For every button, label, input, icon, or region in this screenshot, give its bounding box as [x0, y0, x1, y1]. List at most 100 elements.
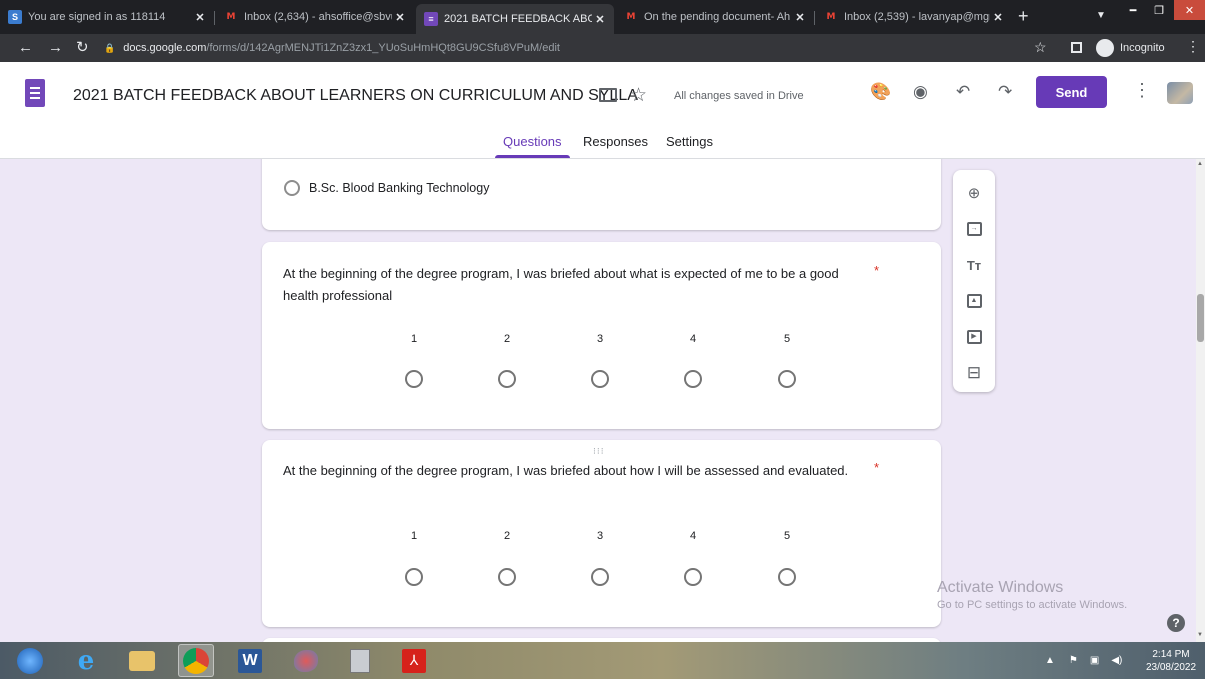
new-tab-button[interactable]: +: [1018, 7, 1029, 25]
browser-tab[interactable]: M Inbox (2,634) - ahsoffice@sbvu ✕: [216, 6, 414, 28]
form-editor: B.Sc. Blood Banking Technology At the be…: [0, 159, 1205, 642]
question-card[interactable]: B.Sc. Blood Banking Technology: [262, 159, 941, 230]
browser-menu-icon[interactable]: ⋮: [1186, 38, 1200, 55]
browser-tab-active[interactable]: ≡ 2021 BATCH FEEDBACK ABOU ✕: [416, 4, 614, 34]
bookmark-star-icon[interactable]: ☆: [1034, 39, 1047, 56]
scale-radio[interactable]: [498, 568, 516, 586]
form-title[interactable]: 2021 BATCH FEEDBACK ABOUT LEARNERS ON CU…: [73, 87, 638, 105]
incognito-indicator[interactable]: Incognito: [1096, 39, 1165, 57]
scale-radio[interactable]: [778, 370, 796, 388]
chrome-icon[interactable]: [178, 644, 214, 677]
add-section-icon[interactable]: ⊟: [964, 363, 984, 383]
scale-radio[interactable]: [778, 568, 796, 586]
scale-radio[interactable]: [405, 568, 423, 586]
browser-tab[interactable]: M On the pending document- Ah ✕: [616, 6, 814, 28]
drag-handle-icon[interactable]: ⁝⁝⁝: [593, 446, 605, 457]
browser-tab[interactable]: M Inbox (2,539) - lavanyap@mgm ✕: [816, 6, 1012, 28]
forms-header: 2021 BATCH FEEDBACK ABOUT LEARNERS ON CU…: [0, 62, 1205, 159]
tab-title: 2021 BATCH FEEDBACK ABOU: [444, 13, 592, 25]
move-to-folder-icon[interactable]: [599, 88, 617, 102]
file-explorer-icon[interactable]: [124, 644, 160, 677]
add-video-icon[interactable]: ▶: [964, 327, 984, 347]
page-scrollbar[interactable]: ▲ ▼: [1196, 159, 1205, 642]
customize-theme-icon[interactable]: 🎨: [870, 82, 891, 102]
close-window-icon[interactable]: ✕: [1174, 0, 1205, 20]
required-asterisk: *: [874, 263, 880, 278]
acrobat-reader-icon[interactable]: ⅄: [396, 644, 432, 677]
question-text[interactable]: At the beginning of the degree program, …: [283, 460, 863, 482]
scroll-up-icon[interactable]: ▲: [1197, 161, 1203, 167]
more-options-icon[interactable]: ⋮: [1133, 80, 1151, 101]
save-status: All changes saved in Drive: [674, 90, 804, 102]
scale-radio[interactable]: [684, 370, 702, 388]
tab-title: You are signed in as 118114: [28, 11, 166, 23]
add-title-icon[interactable]: Tт: [964, 255, 984, 275]
address-bar[interactable]: 🔒 docs.google.com /forms/d/142AgrMENJTi1…: [104, 39, 1004, 57]
windows-start-icon[interactable]: [12, 644, 48, 677]
scale-label: 5: [783, 333, 791, 345]
tab-search-chevron-icon[interactable]: ▼: [1096, 10, 1106, 21]
browser-toolbar: ← → ↻ 🔒 docs.google.com /forms/d/142AgrM…: [0, 34, 1205, 62]
scale-label: 2: [503, 333, 511, 345]
question-card[interactable]: ⁝⁝⁝ At the beginning of the degree progr…: [262, 440, 941, 627]
undo-icon[interactable]: ↶: [956, 82, 970, 102]
system-tool-icon[interactable]: [342, 644, 378, 677]
restore-window-icon[interactable]: ❐: [1146, 0, 1172, 20]
action-center-flag-icon[interactable]: ⚑: [1069, 655, 1078, 666]
close-tab-icon[interactable]: ✕: [990, 11, 1006, 24]
scroll-thumb[interactable]: [1197, 294, 1204, 342]
import-questions-icon[interactable]: →: [964, 219, 984, 239]
gmail-icon: M: [226, 12, 236, 22]
forward-arrow-icon[interactable]: →: [48, 39, 63, 57]
taskbar-clock[interactable]: 2:14 PM 23/08/2022: [1140, 648, 1202, 674]
volume-icon[interactable]: ◀): [1111, 655, 1122, 666]
scroll-down-icon[interactable]: ▼: [1197, 632, 1203, 638]
question-card[interactable]: At the beginning of the degree program, …: [262, 242, 941, 429]
tab-title: Inbox (2,634) - ahsoffice@sbvu: [244, 11, 392, 23]
browser-tab[interactable]: S You are signed in as 118114 ✕: [0, 6, 214, 28]
help-icon[interactable]: ?: [1167, 614, 1185, 632]
scale-radio[interactable]: [591, 370, 609, 388]
forms-logo-icon[interactable]: [25, 79, 45, 107]
scale-radio[interactable]: [684, 568, 702, 586]
minimize-window-icon[interactable]: ━: [1120, 0, 1146, 20]
tray-expand-icon[interactable]: ▲: [1045, 655, 1055, 666]
preview-eye-icon[interactable]: ◉: [913, 82, 928, 102]
redo-icon[interactable]: ↷: [998, 82, 1012, 102]
add-question-icon[interactable]: ⊕: [964, 183, 984, 203]
send-button[interactable]: Send: [1036, 76, 1107, 108]
internet-explorer-icon[interactable]: e: [68, 644, 104, 677]
gmail-icon: M: [826, 12, 836, 22]
question-text[interactable]: At the beginning of the degree program, …: [283, 263, 863, 307]
floating-toolbar: ⊕ → Tт ▲ ▶ ⊟: [953, 170, 995, 392]
clock-time: 2:14 PM: [1152, 649, 1190, 660]
tab-responses[interactable]: Responses: [583, 134, 648, 149]
scale-radio[interactable]: [498, 370, 516, 388]
network-icon[interactable]: ▣: [1090, 655, 1099, 666]
close-tab-icon[interactable]: ✕: [192, 11, 208, 24]
word-icon[interactable]: W: [232, 644, 268, 677]
tab-questions[interactable]: Questions: [503, 134, 562, 149]
add-image-icon[interactable]: ▲: [964, 291, 984, 311]
forms-icon: ≡: [424, 12, 438, 26]
tab-title: On the pending document- Ah: [644, 11, 791, 23]
side-panel-icon[interactable]: [1071, 42, 1082, 53]
radio-option[interactable]: [284, 180, 300, 196]
scale-radio[interactable]: [405, 370, 423, 388]
back-arrow-icon[interactable]: ←: [18, 39, 33, 57]
close-tab-icon[interactable]: ✕: [592, 13, 608, 26]
paint-icon[interactable]: [288, 644, 324, 677]
activate-windows-subtitle: Go to PC settings to activate Windows.: [937, 599, 1128, 611]
lock-icon: 🔒: [104, 42, 116, 53]
star-icon[interactable]: ☆: [630, 84, 647, 107]
browser-tab-strip: S You are signed in as 118114 ✕ M Inbox …: [0, 0, 1205, 34]
reload-icon[interactable]: ↻: [76, 39, 89, 57]
close-tab-icon[interactable]: ✕: [392, 11, 408, 24]
url-host: docs.google.com: [123, 42, 207, 54]
close-tab-icon[interactable]: ✕: [792, 11, 808, 24]
option-label[interactable]: B.Sc. Blood Banking Technology: [309, 181, 489, 195]
required-asterisk: *: [874, 460, 880, 475]
tab-settings[interactable]: Settings: [666, 134, 713, 149]
avatar[interactable]: [1167, 82, 1193, 104]
scale-radio[interactable]: [591, 568, 609, 586]
